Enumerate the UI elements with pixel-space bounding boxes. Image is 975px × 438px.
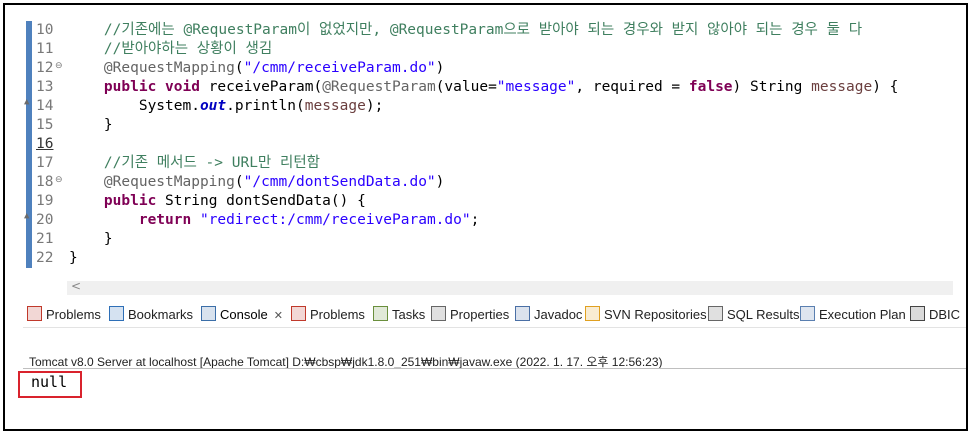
- tab-dbic[interactable]: DBIC: [910, 305, 960, 325]
- code-text: return "redirect:/cmm/receiveParam.do";: [138, 212, 480, 228]
- change-marker: [26, 21, 32, 40]
- tab-label: SQL Results: [727, 307, 800, 322]
- fold-toggle-icon[interactable]: ⊖: [55, 61, 63, 71]
- code-line[interactable]: 19 public String dontSendData() {: [23, 192, 953, 211]
- tab-problems[interactable]: Problems: [291, 305, 365, 325]
- tab-label: Bookmarks: [128, 307, 194, 322]
- change-marker: [26, 154, 32, 173]
- change-marker: [26, 173, 32, 192]
- code-text: public String dontSendData() {: [103, 193, 366, 209]
- ide-window: 10 //기존에는 @RequestParam이 없었지만, @RequestP…: [3, 3, 968, 431]
- tab-label: Properties: [450, 307, 510, 322]
- code-line[interactable]: ▲ 20 return "redirect:/cmm/receiveParam.d…: [23, 211, 953, 230]
- dbic-search-icon: [910, 306, 925, 321]
- line-number: 21: [36, 231, 54, 247]
- tab-javadoc[interactable]: Javadoc: [515, 305, 582, 325]
- view-tab-bar: Problems Bookmarks Console ✕ Problems Tasks Pr…: [23, 301, 966, 328]
- sql-results-icon: [708, 306, 723, 321]
- problems-icon: [291, 306, 306, 321]
- tab-label: Problems: [310, 307, 365, 322]
- change-marker: [26, 116, 32, 135]
- console-icon: [201, 306, 216, 321]
- code-text: //받아야하는 상황이 생김: [103, 41, 273, 57]
- code-text: //기존 메서드 -> URL만 리턴함: [103, 155, 321, 171]
- highlight-annotation-box: [18, 371, 82, 398]
- code-text: System.out.println(message);: [69, 98, 384, 114]
- tasks-icon: [373, 306, 388, 321]
- line-number: 11: [36, 41, 54, 57]
- line-number: 14: [36, 98, 54, 114]
- code-line[interactable]: 10 //기존에는 @RequestParam이 없었지만, @RequestP…: [23, 21, 953, 40]
- tab-label: Javadoc: [534, 307, 583, 322]
- change-marker: [26, 249, 32, 268]
- code-line[interactable]: 16: [23, 135, 953, 154]
- line-number: 22: [36, 250, 54, 266]
- change-marker: [26, 78, 32, 97]
- override-marker-icon[interactable]: ▲: [24, 97, 29, 107]
- console-divider: [23, 368, 966, 369]
- code-text: }: [69, 117, 113, 133]
- tab-tasks[interactable]: Tasks: [373, 305, 425, 325]
- override-marker-icon[interactable]: ▲: [24, 211, 29, 221]
- change-marker: [26, 135, 32, 154]
- properties-icon: [431, 306, 446, 321]
- code-editor[interactable]: 10 //기존에는 @RequestParam이 없었지만, @RequestP…: [23, 21, 953, 276]
- close-icon[interactable]: ✕: [274, 310, 283, 322]
- javadoc-icon: [515, 306, 530, 321]
- line-number: 15: [36, 117, 54, 133]
- tab-console[interactable]: Console ✕: [201, 305, 283, 325]
- code-line[interactable]: 21 }: [23, 230, 953, 249]
- code-line[interactable]: 12 ⊖ @RequestMapping("/cmm/receiveParam.d…: [23, 59, 953, 78]
- tab-properties[interactable]: Properties: [431, 305, 509, 325]
- change-marker: [26, 192, 32, 211]
- horizontal-scrollbar[interactable]: <: [67, 279, 953, 295]
- line-number: 20: [36, 212, 54, 228]
- code-text: }: [69, 231, 113, 247]
- code-line[interactable]: 13 public void receiveParam(@RequestPara…: [23, 78, 953, 97]
- code-line[interactable]: ▲ 14 System.out.println(message);: [23, 97, 953, 116]
- tab-svn-repositories[interactable]: SVN Repositories: [585, 305, 707, 325]
- line-number: 13: [36, 79, 54, 95]
- code-line[interactable]: 22}: [23, 249, 953, 268]
- line-number: 10: [36, 22, 54, 38]
- svn-icon: [585, 306, 600, 321]
- code-text: @RequestMapping("/cmm/receiveParam.do"): [103, 60, 445, 76]
- problems-icon: [27, 306, 42, 321]
- tab-label: Console: [220, 307, 268, 322]
- code-line[interactable]: 18 ⊖ @RequestMapping("/cmm/dontSendData.d…: [23, 173, 953, 192]
- line-number: 17: [36, 155, 54, 171]
- change-marker: [26, 40, 32, 59]
- bookmarks-icon: [109, 306, 124, 321]
- fold-toggle-icon[interactable]: ⊖: [55, 175, 63, 185]
- scroll-left-arrow-icon[interactable]: <: [71, 279, 81, 293]
- code-text: }: [69, 250, 78, 266]
- line-number: 16: [36, 136, 54, 152]
- change-marker: [26, 230, 32, 249]
- tab-label: Tasks: [392, 307, 426, 322]
- code-line[interactable]: 11 //받아야하는 상황이 생김: [23, 40, 953, 59]
- tab-label: Execution Plan: [819, 307, 906, 322]
- code-text: @RequestMapping("/cmm/dontSendData.do"): [103, 174, 445, 190]
- change-marker: [26, 59, 32, 78]
- tab-label: Problems: [46, 307, 101, 322]
- tab-problems[interactable]: Problems: [27, 305, 101, 325]
- code-line[interactable]: 17 //기존 메서드 -> URL만 리턴함: [23, 154, 953, 173]
- tab-execution-plan[interactable]: Execution Plan: [800, 305, 906, 325]
- tab-bookmarks[interactable]: Bookmarks: [109, 305, 193, 325]
- execution-plan-icon: [800, 306, 815, 321]
- code-line[interactable]: 15 }: [23, 116, 953, 135]
- tab-label: SVN Repositories: [604, 307, 707, 322]
- tab-sql-results[interactable]: SQL Results: [708, 305, 800, 325]
- line-number: 19: [36, 193, 54, 209]
- code-text: public void receiveParam(@RequestParam(v…: [103, 79, 899, 95]
- tab-label: DBIC: [929, 307, 961, 322]
- code-text: //기존에는 @RequestParam이 없었지만, @RequestPara…: [103, 22, 863, 38]
